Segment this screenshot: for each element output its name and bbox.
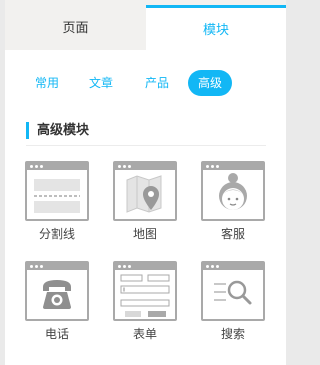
- module-panel: 页面 模块 常用 文章 产品 高级 高级模块 分割线 地图 客服 电话 表单 搜…: [5, 0, 286, 365]
- tab-modules[interactable]: 模块: [146, 5, 286, 53]
- section-header: 高级模块: [26, 121, 266, 146]
- module-label: 客服: [220, 227, 245, 241]
- window-titlebar: [203, 263, 263, 270]
- module-label: 表单: [132, 327, 157, 341]
- module-map[interactable]: 地图: [113, 161, 177, 241]
- section-title: 高级模块: [37, 123, 90, 138]
- map-icon: [126, 175, 162, 213]
- top-tab-bar: 页面 模块: [5, 0, 286, 53]
- module-form[interactable]: 表单: [113, 261, 177, 341]
- module-label: 搜索: [220, 327, 245, 341]
- module-customer-service[interactable]: 客服: [201, 161, 265, 241]
- module-phone[interactable]: 电话: [25, 261, 89, 341]
- sub-tab-advanced[interactable]: 高级: [188, 70, 232, 96]
- window-titlebar: [27, 163, 87, 170]
- module-thumbnail: [201, 161, 265, 221]
- sub-tab-article[interactable]: 文章: [81, 70, 121, 96]
- module-label: 地图: [132, 227, 157, 241]
- form-icon: [120, 274, 170, 317]
- window-titlebar: [27, 263, 87, 270]
- window-titlebar: [115, 263, 175, 270]
- sub-tab-bar: 常用 文章 产品 高级: [5, 70, 286, 96]
- sub-tab-product[interactable]: 产品: [137, 70, 177, 96]
- module-thumbnail: [201, 261, 265, 321]
- module-thumbnail: [113, 161, 177, 221]
- search-icon: [214, 280, 252, 305]
- module-thumbnail: [113, 261, 177, 321]
- window-titlebar: [115, 163, 175, 170]
- module-search[interactable]: 搜索: [201, 261, 265, 341]
- window-titlebar: [203, 163, 263, 170]
- module-thumbnail: [25, 161, 89, 221]
- section-accent-bar: [26, 122, 29, 139]
- module-label: 分割线: [38, 227, 75, 241]
- divider-icon: [34, 179, 80, 213]
- phone-icon: [43, 280, 71, 309]
- tab-pages[interactable]: 页面: [5, 8, 146, 50]
- customer-service-icon: [219, 173, 247, 210]
- sub-tab-common[interactable]: 常用: [27, 70, 67, 96]
- module-thumbnail: [25, 261, 89, 321]
- module-label: 电话: [44, 327, 69, 341]
- module-divider[interactable]: 分割线: [25, 161, 89, 241]
